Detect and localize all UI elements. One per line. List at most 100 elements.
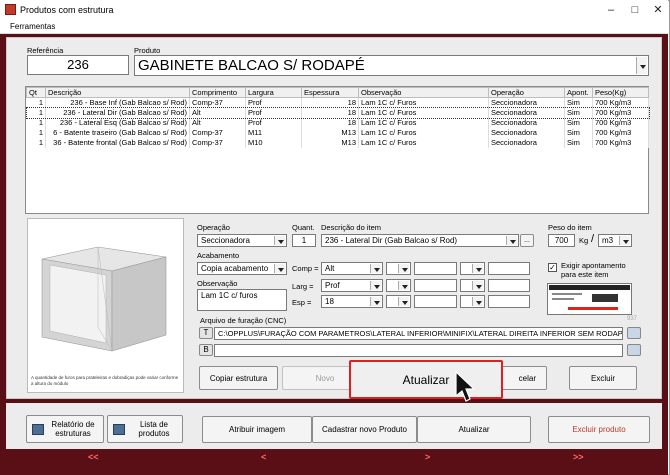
larg-value: Prof — [325, 281, 340, 290]
esp-value: 18 — [325, 297, 334, 306]
table-cell-larg: M10 — [245, 137, 302, 148]
obs-textarea[interactable]: Lam 1C c/ furos — [197, 289, 287, 311]
chevron-down-icon[interactable] — [398, 281, 409, 290]
exigir-checkbox[interactable]: ✓ — [548, 263, 557, 272]
folder-icon[interactable] — [627, 327, 641, 339]
lista-produtos-button[interactable]: Lista de produtos — [107, 415, 183, 443]
menu-ferramentas[interactable]: Ferramentas — [10, 22, 55, 31]
table-cell-comp: Comp-37 — [189, 127, 246, 138]
lista-label: Lista de produtos — [138, 420, 170, 438]
larg-select[interactable]: Prof — [321, 279, 383, 292]
nav-first[interactable]: << — [88, 452, 99, 462]
chevron-down-icon[interactable] — [506, 236, 517, 245]
app-icon — [5, 4, 16, 15]
product-select[interactable]: GABINETE BALCAO S/ RODAPÉ — [134, 55, 649, 76]
minimize-icon[interactable]: – — [598, 2, 624, 18]
table-cell-larg: M11 — [245, 127, 302, 138]
esp-op-select[interactable] — [386, 295, 411, 308]
comp-select[interactable]: Alt — [321, 262, 383, 275]
esp-op2-select[interactable] — [460, 295, 485, 308]
preview-caption: A quantidade de furos para prateleiras e… — [31, 375, 179, 386]
col-descricao[interactable]: Descrição — [45, 87, 190, 98]
quant-input[interactable]: 1 — [292, 234, 316, 247]
top-face-icon[interactable]: T — [199, 327, 213, 339]
label-thumb-barcode — [592, 294, 618, 302]
col-largura[interactable]: Largura — [245, 87, 302, 98]
chevron-down-icon[interactable] — [370, 281, 381, 290]
col-comprimento[interactable]: Comprimento — [189, 87, 246, 98]
table-cell-comp: Alt — [189, 117, 246, 128]
comp-value3-input[interactable] — [488, 262, 530, 275]
bottom-face-icon[interactable]: B — [199, 344, 213, 356]
table-row[interactable]: 1 236 - Base Inf (Gab Balcao s/ Rod) Comp-… — [26, 97, 649, 108]
acab-select[interactable]: Copia acabamento — [197, 262, 287, 275]
nav-last[interactable]: >> — [573, 452, 584, 462]
atribuir-imagem-button[interactable]: Atribuir imagem — [202, 416, 312, 443]
table-row[interactable]: 1 36 - Batente frontal (Gab Balcao s/ Rod… — [26, 137, 649, 148]
table-row[interactable]: 1 236 - Lateral Dir (Gab Balcao s/ Rod) Al… — [25, 106, 650, 119]
table-cell-op: Seccionadora — [488, 127, 565, 138]
label-thumb-line — [568, 307, 618, 310]
larg-op-select[interactable] — [386, 279, 411, 292]
comp-op2-select[interactable] — [460, 262, 485, 275]
table-cell-comp: Comp-37 — [189, 137, 246, 148]
chevron-down-icon[interactable] — [472, 281, 483, 290]
table-row[interactable]: 16 - Batente traseiro (Gab Balcao s/ Rod… — [26, 127, 649, 138]
excluir-button[interactable]: Excluir — [569, 366, 637, 390]
cnc-path-input-2[interactable] — [214, 344, 623, 357]
larg-op2-select[interactable] — [460, 279, 485, 292]
chevron-down-icon[interactable] — [274, 236, 285, 245]
table-cell-larg: Prof — [245, 107, 302, 118]
col-operacao[interactable]: Operação — [488, 87, 565, 98]
folder-icon[interactable] — [627, 344, 641, 356]
peso-per-select[interactable]: m3 — [598, 234, 632, 247]
label-thumbnail — [547, 283, 632, 315]
chevron-down-icon[interactable] — [472, 297, 483, 306]
table-row[interactable]: 1 236 - Lateral Esq (Gab Balcao s/ Rod) Al… — [26, 117, 649, 128]
col-peso[interactable]: Peso(Kg) — [592, 87, 649, 98]
col-observacao[interactable]: Observação — [358, 87, 489, 98]
operacao-label: Operação — [197, 223, 230, 232]
esp-value3-input[interactable] — [488, 295, 530, 308]
cnc-path-input[interactable]: C:\OPPLUS\FURAÇÃO COM PARAMETROS\LATERAL… — [214, 327, 623, 340]
atualizar-produto-button[interactable]: Atualizar — [417, 416, 531, 443]
table-cell-qt: 1 — [26, 107, 46, 118]
quant-label: Quant. — [292, 223, 315, 232]
chevron-down-icon[interactable] — [472, 264, 483, 273]
larg-value2-input[interactable] — [414, 279, 457, 292]
close-icon[interactable]: ✕ — [645, 2, 670, 18]
chevron-down-icon[interactable] — [370, 264, 381, 273]
desc-browse-button[interactable]: ... — [520, 234, 534, 247]
comp-op-select[interactable] — [386, 262, 411, 275]
col-espessura[interactable]: Espessura — [301, 87, 359, 98]
ref-input[interactable]: 236 — [27, 55, 129, 75]
chevron-down-icon[interactable] — [274, 264, 285, 273]
copiar-estrutura-button[interactable]: Copiar estrutura — [199, 366, 278, 390]
printer-icon — [32, 424, 44, 435]
col-apont[interactable]: Apont. — [564, 87, 593, 98]
chevron-down-icon[interactable] — [398, 297, 409, 306]
structure-grid[interactable]: Qt Descrição Comprimento Largura Espessu… — [25, 86, 650, 214]
larg-value3-input[interactable] — [488, 279, 530, 292]
table-cell-obs: Lam 1C c/ Furos — [358, 107, 489, 118]
table-cell-apont: Sim — [564, 97, 593, 108]
nav-next[interactable]: > — [425, 452, 430, 462]
chevron-down-icon[interactable] — [398, 264, 409, 273]
operacao-select[interactable]: Seccionadora — [197, 234, 287, 247]
cadastrar-produto-button[interactable]: Cadastrar novo Produto — [312, 416, 417, 443]
chevron-down-icon[interactable] — [636, 57, 647, 74]
relatorio-estruturas-button[interactable]: Relatório de estruturas — [26, 415, 104, 443]
excluir-produto-button[interactable]: Excluir produto — [548, 416, 650, 443]
col-qt[interactable]: Qt — [26, 87, 46, 98]
comp-value2-input[interactable] — [414, 262, 457, 275]
desc-select[interactable]: 236 - Lateral Dir (Gab Balcao s/ Rod) — [321, 234, 519, 247]
esp-value2-input[interactable] — [414, 295, 457, 308]
esp-select[interactable]: 18 — [321, 295, 383, 308]
comp-value: Alt — [325, 264, 335, 273]
nav-prev[interactable]: < — [261, 452, 266, 462]
cnc-label: Arquivo de furação (CNC) — [200, 316, 287, 325]
peso-input[interactable]: 700 — [548, 234, 575, 247]
chevron-down-icon[interactable] — [619, 236, 630, 245]
product-label: Produto — [134, 46, 161, 55]
chevron-down-icon[interactable] — [370, 297, 381, 306]
